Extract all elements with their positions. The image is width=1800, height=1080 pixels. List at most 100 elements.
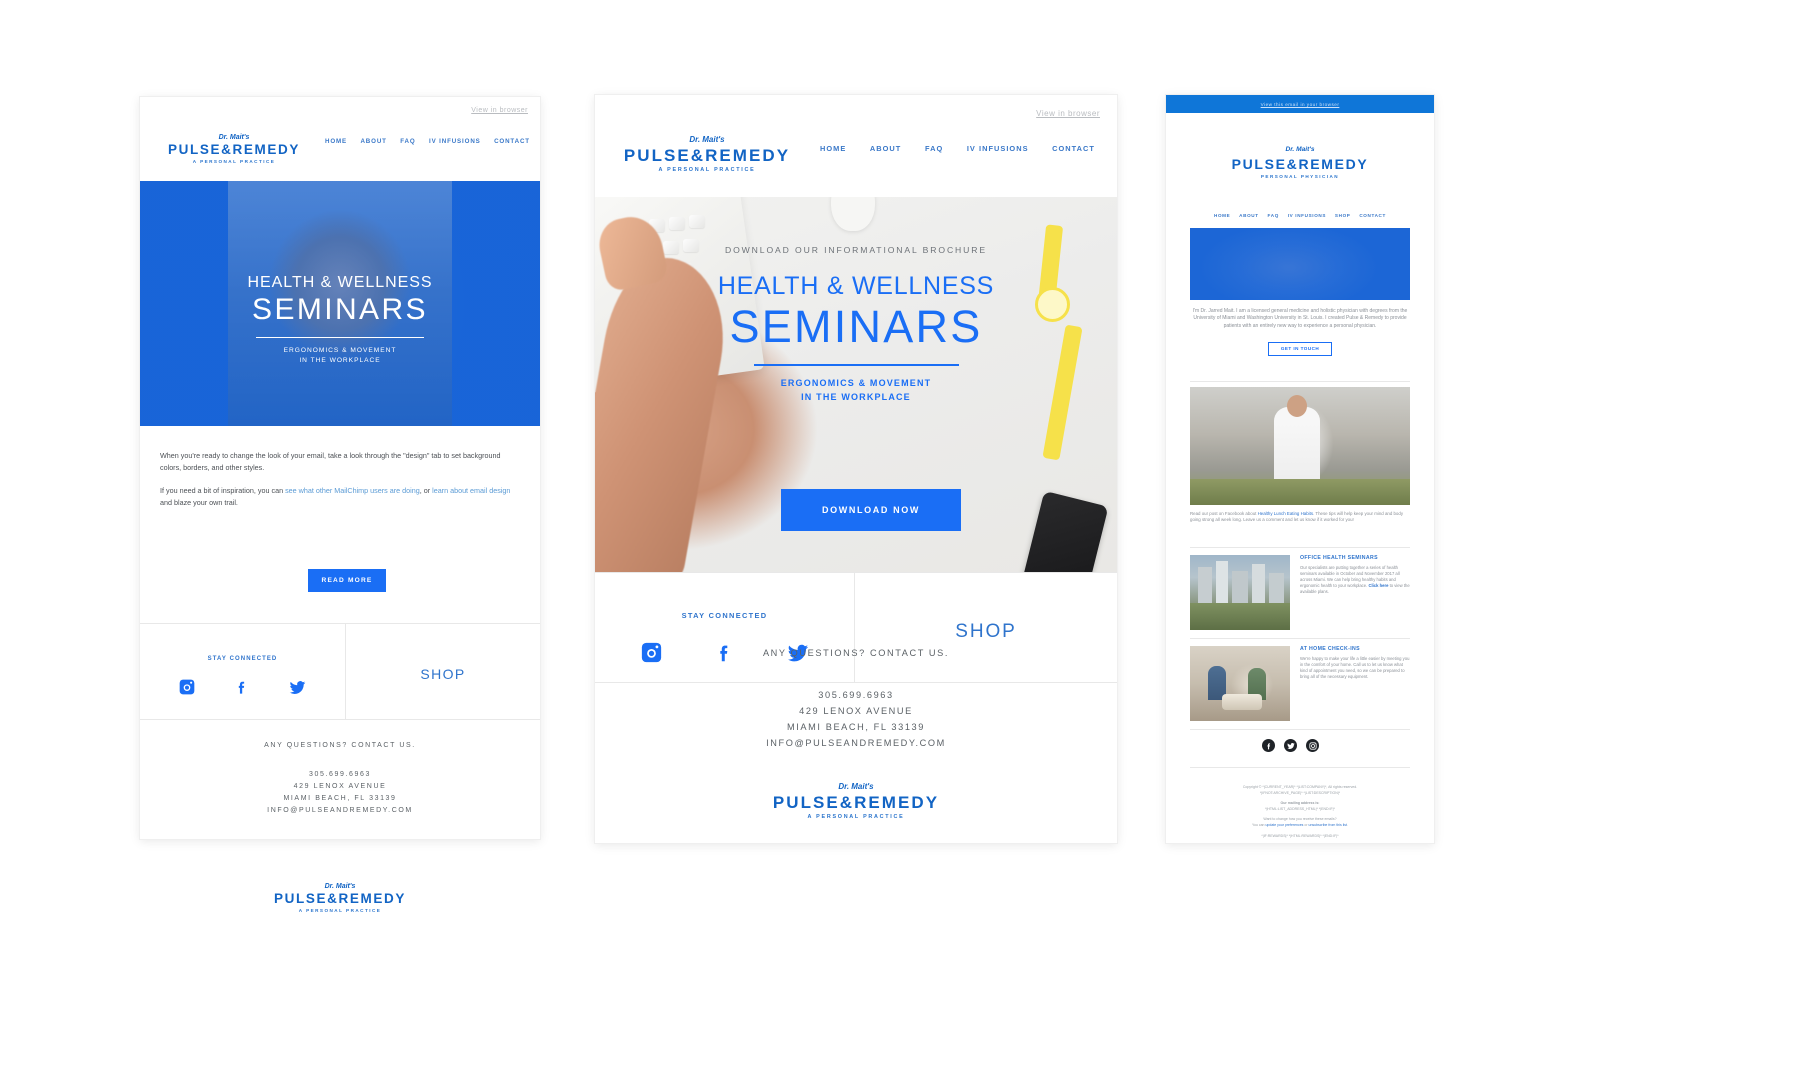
nav-item-iv-2[interactable]: IV INFUSIONS <box>967 144 1029 153</box>
hero-text-block: HEALTH & WELLNESS SEMINARS ERGONOMICS & … <box>140 274 540 364</box>
nav-item-contact[interactable]: CONTACT <box>494 138 530 145</box>
unsubscribe-link[interactable]: unsubscribe from this list <box>1309 823 1348 827</box>
footer-logo-name: PULSE&REMEDY <box>274 891 406 906</box>
nav-item-faq-3[interactable]: FAQ <box>1268 213 1279 218</box>
phone-illustration <box>1015 490 1109 572</box>
body-paragraph-2: If you need a bit of inspiration, you ca… <box>160 485 520 509</box>
contact-block: ANY QUESTIONS? CONTACT US. 305.699.6963 … <box>140 742 540 814</box>
healthy-lunch-link[interactable]: Healthy Lunch Eating Habits <box>1258 511 1313 516</box>
nav-item-home[interactable]: HOME <box>325 138 347 145</box>
facebook-icon[interactable] <box>234 679 250 696</box>
view-in-browser-link-3[interactable]: View this email in your browser <box>1261 102 1340 107</box>
contact-block-2: ANY QUESTIONS? CONTACT US. <box>595 648 1117 658</box>
view-in-browser-bar: View this email in your browser <box>1166 95 1434 113</box>
footer-legal-block: Copyright © *|CURRENT_YEAR|* *|LIST:COMP… <box>1190 785 1410 839</box>
contact-phone-2[interactable]: 305.699.6963 <box>595 690 1117 700</box>
contact-email[interactable]: INFO@PULSEANDREMEDY.COM <box>140 807 540 814</box>
section-divider-bottom-2 <box>595 682 1117 683</box>
footer-logo-name-2: PULSE&REMEDY <box>772 793 940 812</box>
nav-item-home-2[interactable]: HOME <box>820 144 846 153</box>
hero-sub-line2-2: IN THE WORKPLACE <box>801 392 911 402</box>
logo-dr-line-3: Dr. Mait's <box>1285 146 1315 153</box>
card-1-text-wrap: OFFICE HEALTH SEMINARS Our specialists a… <box>1300 555 1410 595</box>
footer-logo-tagline-2: A PERSONAL PRACTICE <box>807 814 905 820</box>
home-table <box>1222 694 1262 710</box>
email-design-link[interactable]: learn about email design <box>432 486 510 495</box>
nav-item-about[interactable]: ABOUT <box>360 138 386 145</box>
update-preferences-link[interactable]: update your preferences <box>1265 823 1303 827</box>
primary-nav-3: HOME ABOUT FAQ IV INFUSIONS SHOP CONTACT <box>1214 213 1386 218</box>
contact-heading: ANY QUESTIONS? CONTACT US. <box>264 742 416 749</box>
shop-block-2[interactable]: SHOP <box>855 573 1117 682</box>
get-in-touch-button[interactable]: GET IN TOUCH <box>1268 341 1332 356</box>
logo-tagline: A PERSONAL PRACTICE <box>192 158 276 164</box>
contact-address-1-2: 429 LENOX AVENUE <box>799 706 913 716</box>
nav-item-about-3[interactable]: ABOUT <box>1239 213 1259 218</box>
contact-details-2: ANY QUESTIONS? CONTACT US. 305.699.6963 … <box>595 690 1117 748</box>
mailchimp-users-link[interactable]: see what other MailChimp users are doing <box>285 486 420 495</box>
read-more-button[interactable]: READ MORE <box>308 569 386 592</box>
kitchen-head-shape <box>1287 395 1307 417</box>
card-1-link[interactable]: Click here <box>1368 583 1388 588</box>
nav-item-iv-3[interactable]: IV INFUSIONS <box>1288 213 1326 218</box>
panel2-header: View in browser Dr. Mait's PULSE&REMEDY … <box>595 95 1117 197</box>
footer-line-6-pre: You can <box>1251 822 1266 827</box>
brand-logo-2[interactable]: Dr. Mait's PULSE&REMEDY A PERSONAL PRACT… <box>617 136 797 173</box>
panel1-header: View in browser Dr. Mait's PULSE&REMEDY … <box>140 97 540 181</box>
kitchen-person-shape <box>1274 407 1320 485</box>
nav-item-home-3[interactable]: HOME <box>1214 213 1230 218</box>
home-visit-photo <box>1190 646 1290 721</box>
city-building-2 <box>1216 561 1228 603</box>
twitter-icon[interactable] <box>289 679 306 696</box>
nav-item-shop-3[interactable]: SHOP <box>1335 213 1351 218</box>
footer-line-6-post: . <box>1347 822 1348 827</box>
footer-logo[interactable]: Dr. Mait's PULSE&REMEDY A PERSONAL PRACT… <box>270 883 410 913</box>
download-now-label: DOWNLOAD NOW <box>822 505 920 515</box>
body-p2-mid: , or <box>419 485 433 495</box>
hero-photo-3 <box>1190 228 1410 300</box>
facebook-icon[interactable] <box>1262 739 1275 752</box>
view-in-browser-link[interactable]: View in browser <box>471 107 528 114</box>
shop-block[interactable]: SHOP <box>346 624 540 719</box>
logo-name: PULSE&REMEDY <box>168 142 300 157</box>
instagram-icon[interactable] <box>1306 739 1319 752</box>
social-icon-row-3 <box>1262 739 1338 752</box>
card-1-title: OFFICE HEALTH SEMINARS <box>1300 555 1378 561</box>
body-p2-pre: If you need a bit of inspiration, you ca… <box>160 485 286 495</box>
card-1-text: Our specialists are putting together a s… <box>1300 565 1410 595</box>
brand-logo-3[interactable]: Dr. Mait's PULSE&REMEDY PERSONAL PHYSICI… <box>1166 146 1434 179</box>
nav-item-contact-2[interactable]: CONTACT <box>1052 144 1095 153</box>
shop-label-2: SHOP <box>955 621 1017 642</box>
brand-logo[interactable]: Dr. Mait's PULSE&REMEDY A PERSONAL PRACT… <box>164 134 304 164</box>
contact-email-2[interactable]: INFO@PULSEANDREMEDY.COM <box>595 738 1117 748</box>
download-now-button[interactable]: DOWNLOAD NOW <box>781 489 961 531</box>
contact-address-1: 429 LENOX AVENUE <box>293 783 387 790</box>
view-in-browser-link-2[interactable]: View in browser <box>1036 109 1100 118</box>
nav-item-faq[interactable]: FAQ <box>400 138 415 145</box>
nav-item-faq-2[interactable]: FAQ <box>925 144 943 153</box>
hero-banner: HEALTH & WELLNESS SEMINARS ERGONOMICS & … <box>140 181 540 426</box>
card-2-text-wrap: AT HOME CHECK-INS We're happy to make yo… <box>1300 646 1410 680</box>
city-building-1 <box>1198 567 1212 603</box>
nav-item-iv[interactable]: IV INFUSIONS <box>429 138 481 145</box>
body-copy-section: When you're ready to change the look of … <box>140 426 540 557</box>
hero-rule-2 <box>753 364 959 366</box>
hero-banner-2: DOWNLOAD OUR INFORMATIONAL BROCHURE HEAL… <box>595 197 1117 572</box>
logo-name-2: PULSE&REMEDY <box>623 146 791 165</box>
contact-phone[interactable]: 305.699.6963 <box>140 771 540 778</box>
city-building-4 <box>1252 564 1265 603</box>
instagram-icon[interactable] <box>179 679 195 696</box>
twitter-icon[interactable] <box>1284 739 1297 752</box>
nav-item-about-2[interactable]: ABOUT <box>870 144 901 153</box>
city-building-3 <box>1232 571 1248 603</box>
contact-address-2-2: MIAMI BEACH, FL 33139 <box>787 722 925 732</box>
read-more-label: READ MORE <box>321 577 373 584</box>
hero-title-line2: SEMINARS <box>252 293 428 326</box>
card-at-home-checkins: AT HOME CHECK-INS We're happy to make yo… <box>1190 646 1410 721</box>
email-preview-panel-2: View in browser Dr. Mait's PULSE&REMEDY … <box>595 95 1117 843</box>
nav-item-contact-3[interactable]: CONTACT <box>1359 213 1386 218</box>
footer-logo-2[interactable]: Dr. Mait's PULSE&REMEDY A PERSONAL PRACT… <box>766 783 946 820</box>
hero-sub-line1: ERGONOMICS & MOVEMENT <box>283 347 397 354</box>
hero-eyebrow: DOWNLOAD OUR INFORMATIONAL BROCHURE <box>725 245 987 255</box>
stay-connected-block-2: STAY CONNECTED <box>595 573 854 682</box>
